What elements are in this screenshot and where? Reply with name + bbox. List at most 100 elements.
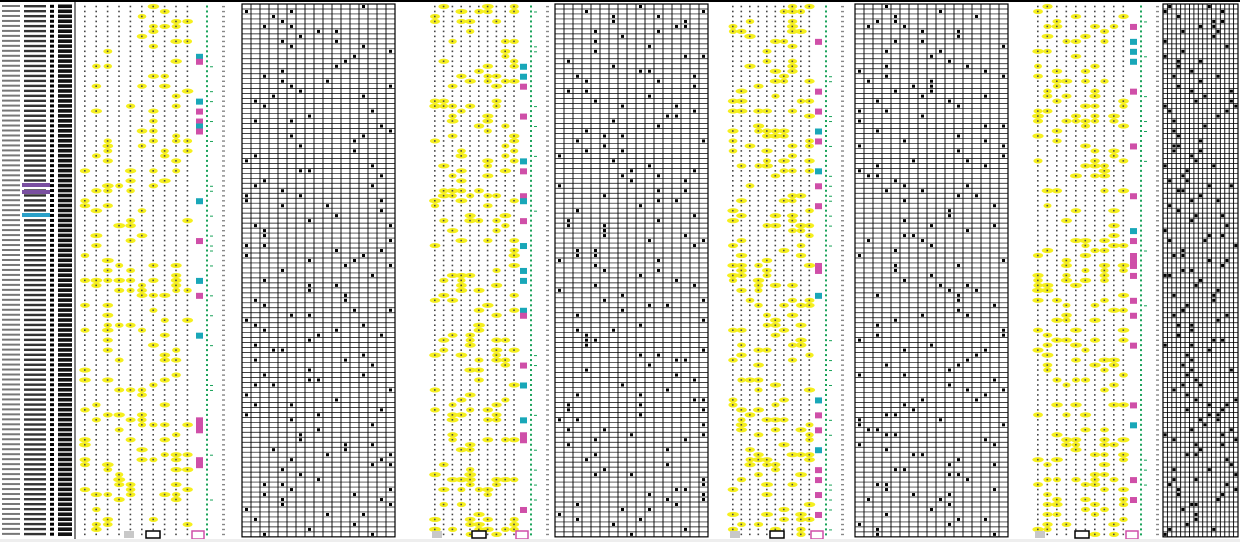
- value-cell: [758, 70, 760, 72]
- value-cell: [732, 210, 734, 212]
- sequence-cell: [222, 330, 225, 331]
- green-dash: [530, 394, 532, 396]
- value-cell: [175, 31, 177, 33]
- value-cell: [758, 255, 760, 257]
- grid-dot: [594, 254, 597, 257]
- grid-dot: [684, 20, 687, 23]
- value-cell: [504, 70, 506, 72]
- value-cell: [434, 285, 436, 287]
- value-cell: [504, 509, 506, 511]
- magenta-marker: [520, 218, 527, 224]
- value-cell: [118, 51, 120, 53]
- value-cell: [732, 175, 734, 177]
- number-cell: [58, 443, 72, 447]
- value-cell: [496, 110, 498, 112]
- value-cell: [175, 519, 177, 521]
- flag-cell: [50, 214, 54, 217]
- value-cell: [741, 31, 743, 33]
- value-cell: [749, 270, 751, 272]
- sequence-cell: [546, 215, 549, 216]
- number-cell: [58, 124, 72, 128]
- green-dash: [206, 105, 208, 107]
- value-cell: [487, 300, 489, 302]
- grid-dot: [245, 159, 248, 162]
- grid-dot: [362, 374, 365, 377]
- value-cell: [800, 285, 802, 287]
- sequence-cell: [841, 275, 844, 276]
- value-cell: [792, 285, 794, 287]
- value-cell: [496, 220, 498, 222]
- value-cell: [487, 374, 489, 376]
- flag-cell: [50, 393, 54, 396]
- green-dash: [829, 226, 832, 227]
- value-cell: [496, 255, 498, 257]
- value-cell: [95, 379, 97, 381]
- value-cell: [478, 75, 480, 77]
- value-cell: [496, 240, 498, 242]
- grid-dot: [603, 229, 606, 232]
- date-cell: [24, 463, 46, 465]
- value-cell: [443, 175, 445, 177]
- flag-cell: [50, 473, 54, 476]
- value-cell: [460, 36, 462, 38]
- value-cell: [809, 145, 811, 147]
- value-cell: [496, 6, 498, 8]
- green-dash: [530, 25, 532, 27]
- value-cell: [95, 21, 97, 23]
- sequence-cell: [222, 394, 225, 395]
- green-dash: [530, 334, 532, 336]
- value-cell: [107, 504, 109, 506]
- grid-dot: [263, 304, 266, 307]
- flag-cell: [50, 498, 54, 501]
- value-cell: [478, 46, 480, 48]
- value-cell: [504, 200, 506, 202]
- value-cell: [460, 150, 462, 152]
- value-cell: [141, 290, 143, 292]
- value-cell: [152, 180, 154, 182]
- value-cell: [118, 534, 120, 536]
- row-id-label: [2, 383, 20, 385]
- value-cell: [792, 90, 794, 92]
- value-cell: [95, 494, 97, 496]
- value-cell: [732, 185, 734, 187]
- value-cell: [496, 369, 498, 371]
- value-cell: [84, 429, 86, 431]
- value-cell: [478, 280, 480, 282]
- flag-cell: [50, 84, 54, 87]
- value-cell: [749, 80, 751, 82]
- value-cell: [766, 60, 768, 62]
- sequence-cell: [222, 414, 225, 415]
- grid-dot: [299, 438, 302, 441]
- value-cell: [84, 379, 86, 381]
- value-cell: [469, 384, 471, 386]
- value-cell: [118, 46, 120, 48]
- value-cell: [95, 280, 97, 282]
- value-cell: [152, 509, 154, 511]
- value-cell: [164, 60, 166, 62]
- value-cell: [141, 95, 143, 97]
- value-cell: [452, 329, 454, 331]
- value-cell: [478, 245, 480, 247]
- value-cell: [478, 180, 480, 182]
- grid-dot: [263, 279, 266, 282]
- value-cell: [130, 180, 132, 182]
- value-cell: [187, 354, 189, 356]
- value-cell: [496, 60, 498, 62]
- value-cell: [783, 115, 785, 117]
- value-cell: [118, 319, 120, 321]
- value-cell: [783, 36, 785, 38]
- flag-cell: [50, 10, 54, 13]
- value-cell: [758, 235, 760, 237]
- value-cell: [478, 21, 480, 23]
- sequence-cell: [222, 21, 225, 22]
- value-cell: [504, 314, 506, 316]
- value-cell: [141, 285, 143, 287]
- value-cell: [187, 110, 189, 112]
- value-cell: [187, 190, 189, 192]
- magenta-marker: [196, 462, 203, 468]
- value-cell: [487, 469, 489, 471]
- value-cell: [141, 150, 143, 152]
- date-cell: [24, 244, 46, 246]
- value-cell: [469, 165, 471, 167]
- value-cell: [792, 324, 794, 326]
